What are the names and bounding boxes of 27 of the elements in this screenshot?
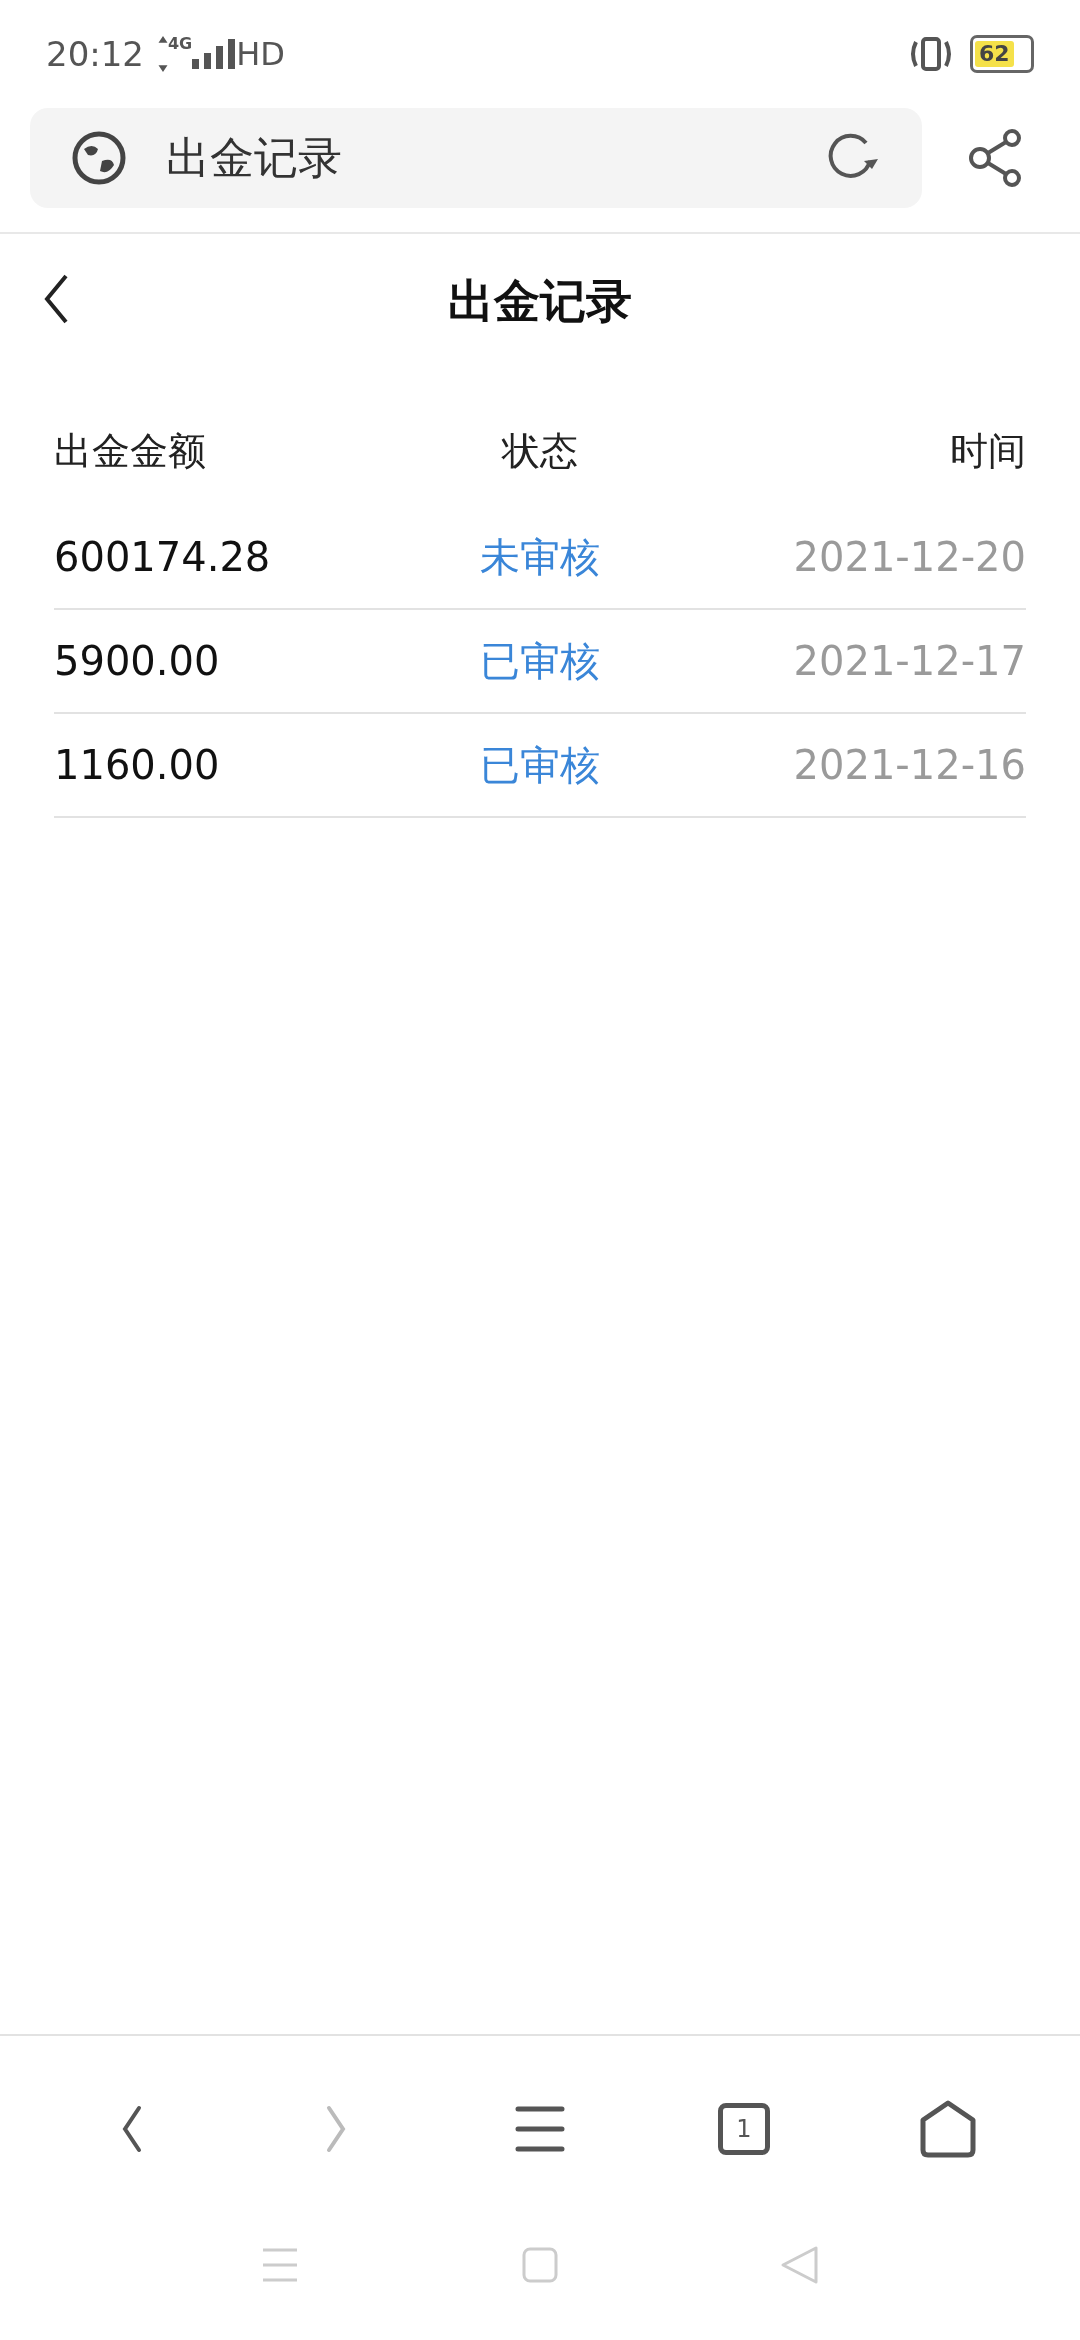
status-cell-text: 未审核	[479, 532, 601, 582]
vibrate-icon	[908, 36, 954, 72]
column-header: 出金金额	[54, 427, 207, 475]
globe-icon	[72, 131, 126, 185]
column-header: 状态	[500, 427, 579, 475]
hd-label: HD	[236, 35, 285, 73]
status-cell-text: 已审核	[479, 636, 601, 686]
signal-bars-icon	[192, 39, 237, 69]
date-cell-text: 2021-12-16	[792, 742, 1026, 788]
amount-cell-text: 1160.00	[54, 742, 221, 788]
back-button[interactable]	[120, 2104, 144, 2154]
menu-button[interactable]	[515, 2106, 565, 2152]
battery-level: 62	[975, 41, 1014, 67]
tabs-button[interactable]: 1	[718, 2103, 770, 2155]
date-cell-text: 2021-12-20	[792, 534, 1026, 580]
status-time: 20:12	[46, 34, 144, 74]
network-type: 4G	[168, 34, 193, 53]
page-title: 出金记录	[448, 273, 632, 330]
share-icon[interactable]	[968, 128, 1024, 188]
page-address: 出金记录	[166, 130, 343, 185]
address-bar[interactable]: 出金记录	[30, 108, 922, 208]
status-cell-text: 已审核	[479, 740, 601, 790]
column-header: 时间	[949, 427, 1026, 475]
amount-cell-text: 600174.28	[54, 534, 272, 580]
home-button[interactable]	[919, 2100, 977, 2158]
amount-cell-text: 5900.00	[54, 638, 221, 684]
date-cell-text: 2021-12-17	[792, 638, 1026, 684]
